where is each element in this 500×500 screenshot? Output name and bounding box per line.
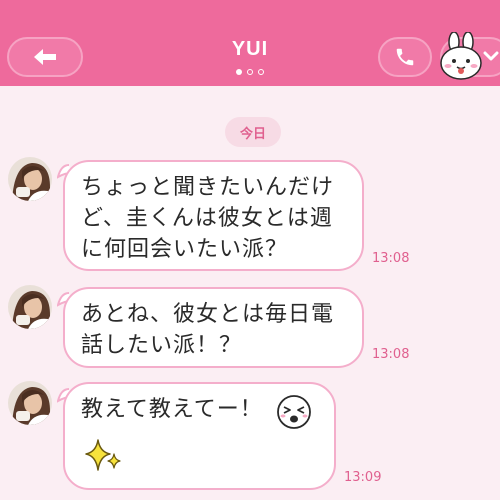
bunny-sticker-icon[interactable] [437,32,485,82]
call-button[interactable] [378,37,432,77]
message-time: 13:09 [344,470,382,485]
chevron-down-icon[interactable] [483,50,499,62]
message-time: 13:08 [372,347,410,362]
message-line: あとね、彼女とは毎日電 [81,302,335,327]
sparkles-icon [85,439,121,471]
message-line: ちょっと聞きたいんだけ [81,175,335,200]
avatar-photo [8,157,52,201]
message-time: 13:08 [372,251,410,266]
avatar[interactable] [8,381,52,425]
page-indicator [236,69,264,75]
message-bubble[interactable]: あとね、彼女とは毎日電 話したい派！？ [63,287,364,368]
page-dot [247,69,253,75]
avatar-photo [8,285,52,329]
page-dot [258,69,264,75]
page-dot-active [236,69,242,75]
message-line: 話したい派！？ [81,333,243,358]
message-line: ど、圭くんは彼女とは週 [81,206,333,231]
avatar[interactable] [8,285,52,329]
message-line: に何回会いたい派？ [81,237,289,262]
avatar[interactable] [8,157,52,201]
avatar-photo [8,381,52,425]
message-bubble[interactable]: ちょっと聞きたいんだけ ど、圭くんは彼女とは週 に何回会いたい派？ [63,160,364,271]
winking-face-icon [277,395,311,429]
date-divider: 今日 [225,117,281,147]
phone-icon [396,48,414,66]
